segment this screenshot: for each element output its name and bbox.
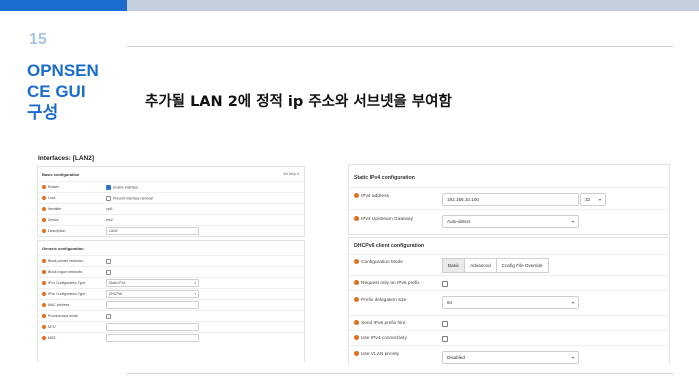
help-icon[interactable] — [42, 336, 46, 341]
mss-row: MSS — [38, 332, 304, 343]
use-ipv4-row: Use IPv4 connectivity — [349, 330, 669, 346]
send-hint-checkbox[interactable] — [442, 321, 448, 327]
configuration-mode-row: Configuration Mode Basic Advanced Config… — [349, 254, 669, 276]
promiscuous-checkbox[interactable] — [106, 314, 111, 319]
vlan-priority-row: Use VLAN priority Disabled ▾ — [349, 345, 669, 365]
ipv4-type-select[interactable]: Static IPv4 ▾ — [106, 279, 199, 287]
chevron-down-icon: ▾ — [571, 355, 574, 360]
mtu-input[interactable] — [106, 323, 199, 331]
request-prefix-checkbox[interactable] — [442, 281, 448, 287]
help-icon[interactable] — [42, 292, 46, 297]
dhcpv6-client-box: DHCPv6 client configuration Configuratio… — [348, 237, 670, 364]
chevron-down-icon: ▾ — [598, 197, 601, 202]
enable-checkbox[interactable] — [106, 185, 111, 190]
identifier-value: opt1 — [106, 207, 113, 211]
chevron-down-icon: ▾ — [571, 300, 574, 305]
help-icon[interactable] — [42, 229, 46, 234]
help-icon[interactable] — [42, 259, 46, 264]
prefix-size-select[interactable]: 64 ▾ — [442, 296, 579, 309]
chevron-down-icon: ▾ — [194, 292, 196, 296]
section-title-line: CE GUI — [27, 82, 86, 101]
help-icon[interactable] — [354, 320, 359, 325]
section-title-line: OPNSEN — [27, 61, 99, 80]
ipv6-type-row: IPv6 Configuration Type DHCPv6 ▾ — [38, 288, 304, 299]
mtu-row: MTU — [38, 321, 304, 332]
lock-checkbox[interactable] — [106, 196, 111, 201]
bottom-divider — [127, 373, 673, 374]
top-grey-bar — [127, 0, 699, 11]
lock-row: Lock Prevent interface removal — [38, 192, 304, 203]
ipv4-type-row: IPv4 Configuration Type Static IPv4 ▾ — [38, 277, 304, 288]
block-bogon-row: Block bogon networks — [38, 266, 304, 277]
ipv4-address-row: IPv4 address 192.168.10.100 32 ▾ — [349, 187, 669, 210]
generic-configuration-box: Generic configuration Block private netw… — [37, 240, 305, 362]
help-icon[interactable] — [354, 335, 359, 340]
block-private-checkbox[interactable] — [106, 259, 111, 264]
tab-basic[interactable]: Basic — [442, 258, 466, 273]
static-ipv4-box: Static IPv4 configuration IPv4 address 1… — [348, 164, 670, 235]
slide-heading: 추가될 LAN 2에 정적 ip 주소와 서브넷을 부여함 — [145, 94, 452, 110]
tab-config-file-override[interactable]: Config File Override — [495, 258, 549, 273]
help-icon[interactable] — [42, 207, 46, 212]
request-prefix-row: Request only an IPv6 prefix — [349, 275, 669, 291]
help-icon[interactable] — [354, 297, 359, 302]
section-title-line: 구성 — [27, 103, 59, 122]
help-icon[interactable] — [354, 216, 359, 221]
mode-tabs: Basic Advanced Config File Override — [442, 258, 549, 273]
mac-input[interactable] — [106, 301, 199, 309]
gateway-row: IPv4 Upstream Gateway Auto-detect ▾ — [349, 209, 669, 235]
gateway-select[interactable]: Auto-detect ▾ — [442, 215, 579, 228]
description-row: Description LAN2 — [38, 225, 304, 236]
help-icon[interactable] — [354, 259, 359, 264]
panel-header: Interfaces: [LAN2] — [38, 155, 94, 162]
help-icon[interactable] — [42, 325, 46, 330]
help-icon[interactable] — [42, 303, 46, 308]
send-hint-row: Send IPv6 prefix hint — [349, 315, 669, 331]
top-accent-bar — [0, 0, 127, 11]
help-icon[interactable] — [354, 351, 359, 356]
help-icon[interactable] — [42, 185, 46, 190]
device-row: Device em2 — [38, 214, 304, 225]
help-icon[interactable] — [42, 218, 46, 223]
chevron-down-icon: ▾ — [194, 281, 196, 285]
ipv6-type-select[interactable]: DHCPv6 ▾ — [106, 290, 199, 298]
full-help-toggle[interactable]: full help ● — [283, 172, 299, 176]
help-icon[interactable] — [42, 196, 46, 201]
tab-advanced[interactable]: Advanced — [464, 258, 497, 273]
chevron-down-icon: ▾ — [571, 219, 574, 224]
box-title: Generic configuration — [42, 246, 84, 251]
enable-row: Enable Enable interface — [38, 181, 304, 192]
ipv4-dhcpv6-screenshot: Static IPv4 configuration IPv4 address 1… — [348, 164, 670, 364]
top-divider — [127, 46, 673, 47]
help-icon[interactable] — [42, 314, 46, 319]
use-ipv4-checkbox[interactable] — [442, 336, 448, 342]
device-value: em2 — [106, 218, 113, 222]
box-title: DHCPv6 client configuration — [354, 243, 425, 249]
mss-input[interactable] — [106, 334, 199, 342]
section-title: OPNSEN CE GUI 구성 — [27, 60, 127, 123]
description-input[interactable]: LAN2 — [106, 227, 199, 235]
subnet-mask-select[interactable]: 32 ▾ — [580, 193, 606, 206]
mac-row: MAC address — [38, 299, 304, 310]
vlan-priority-select[interactable]: Disabled ▾ — [442, 351, 579, 364]
slide-number: 15 — [29, 31, 47, 48]
box-title: Static IPv4 configuration — [354, 175, 415, 181]
promiscuous-row: Promiscuous mode — [38, 310, 304, 321]
help-icon[interactable] — [354, 280, 359, 285]
interfaces-lan2-screenshot: Interfaces: [LAN2] Basic configuration f… — [34, 152, 306, 362]
box-title: Basic configuration — [42, 172, 80, 177]
basic-configuration-box: Basic configuration full help ● Enable E… — [37, 166, 305, 237]
prefix-size-row: Prefix delegation size 64 ▾ — [349, 290, 669, 316]
help-icon[interactable] — [354, 193, 359, 198]
help-icon[interactable] — [42, 281, 46, 286]
block-private-row: Block private networks — [38, 255, 304, 266]
help-icon[interactable] — [42, 270, 46, 275]
block-bogon-checkbox[interactable] — [106, 270, 111, 275]
ipv4-address-input[interactable]: 192.168.10.100 — [442, 193, 579, 206]
identifier-row: Identifier opt1 — [38, 203, 304, 214]
